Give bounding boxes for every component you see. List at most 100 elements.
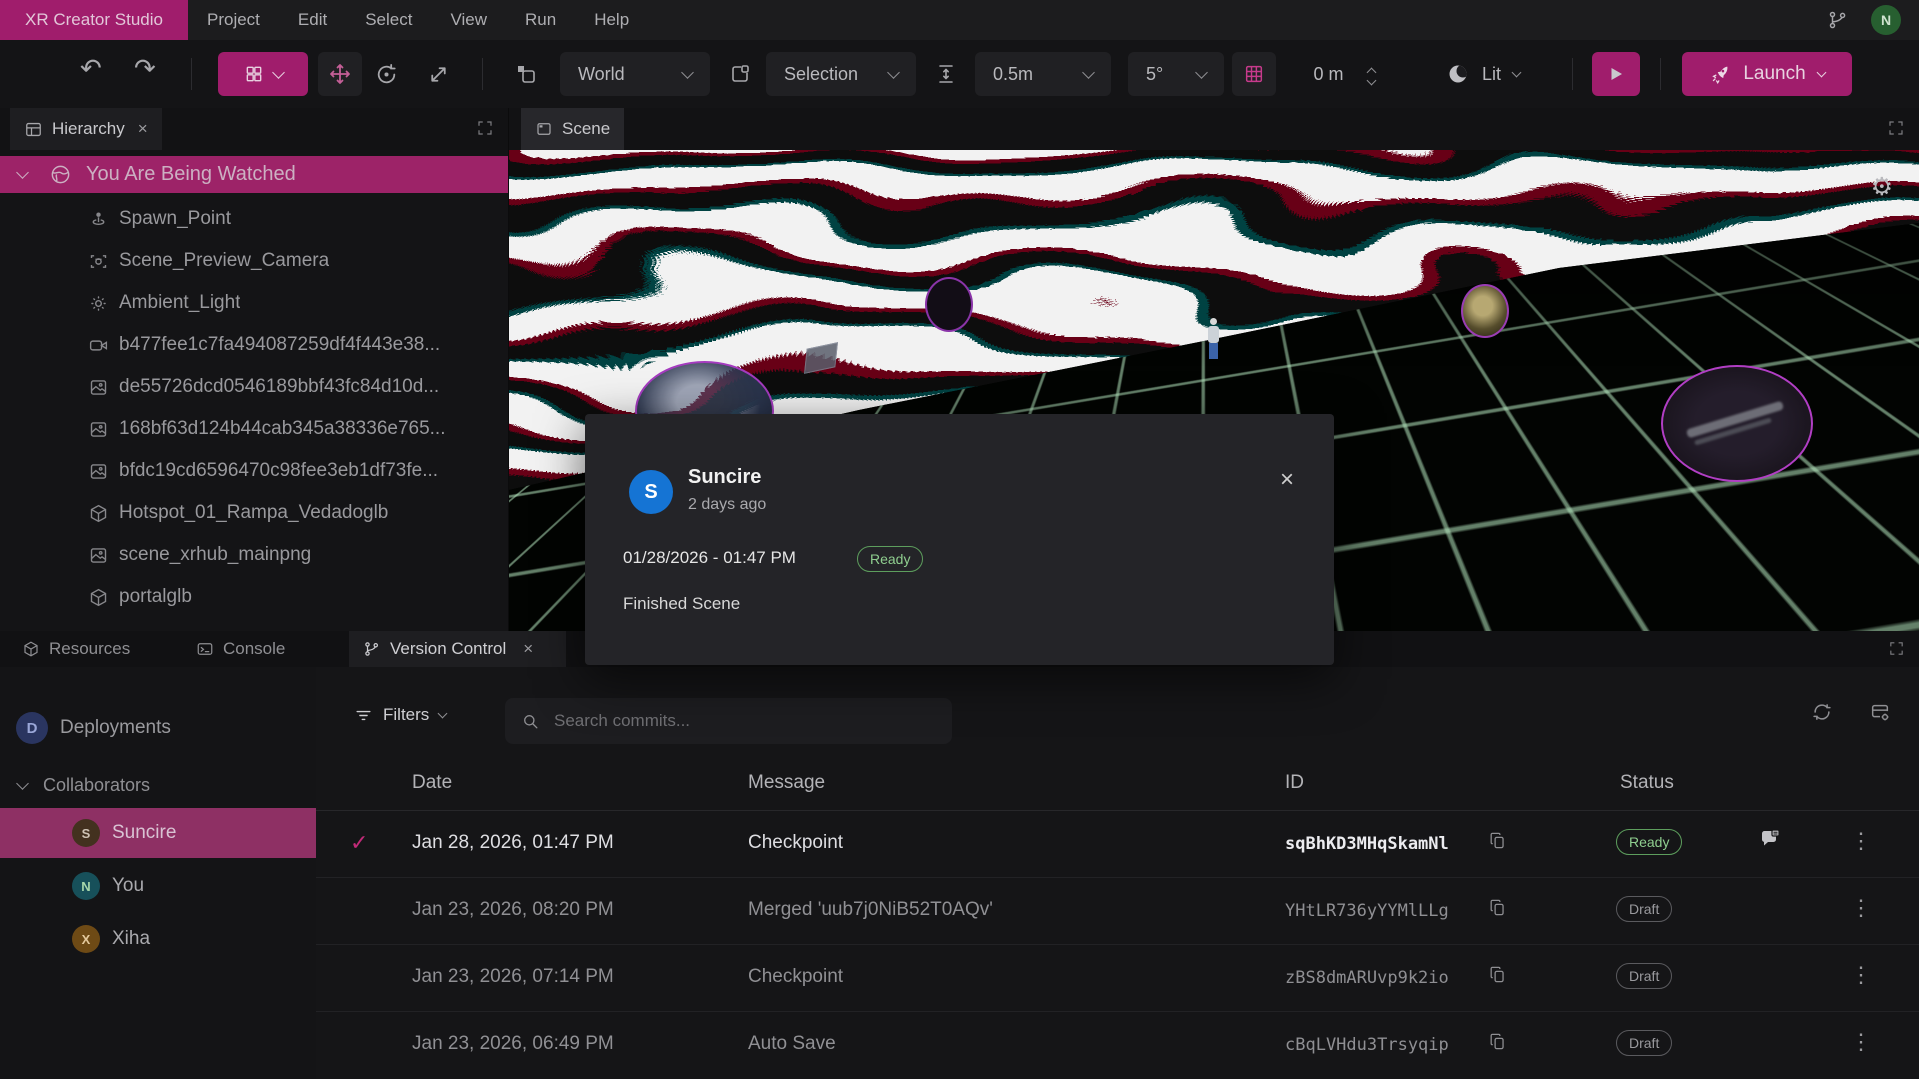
select-mode-button[interactable] bbox=[218, 52, 308, 96]
grid-height-stepper[interactable]: 0 m bbox=[1284, 52, 1404, 96]
status-badge: Draft bbox=[1616, 896, 1672, 922]
portal-small-left[interactable] bbox=[925, 277, 973, 332]
menu-project[interactable]: Project bbox=[188, 0, 279, 40]
deployments-avatar: D bbox=[16, 712, 48, 744]
collaborators-sidebar: D Deployments Collaborators S Suncire N … bbox=[0, 667, 317, 1079]
collaborator-item-suncire[interactable]: S Suncire bbox=[0, 808, 316, 858]
expand-viewport-icon[interactable] bbox=[1887, 119, 1905, 137]
search-commits-box[interactable] bbox=[505, 698, 952, 744]
tab-version-control[interactable]: Version Control × bbox=[349, 631, 566, 667]
collaborators-header[interactable]: Collaborators bbox=[0, 767, 316, 803]
pivot-dropdown[interactable]: Selection bbox=[766, 52, 916, 96]
commit-id: cBqLVHdu3Trsyqip bbox=[1285, 1035, 1449, 1055]
row-menu-kebab-icon[interactable]: ⋮ bbox=[1850, 962, 1872, 988]
collaborator-item-xiha[interactable]: X Xiha bbox=[0, 914, 316, 964]
pivot-mode-icon[interactable] bbox=[728, 62, 752, 86]
hierarchy-item[interactable]: Ambient_Light bbox=[0, 282, 508, 324]
table-settings-icon[interactable] bbox=[1869, 701, 1891, 723]
close-icon[interactable]: × bbox=[138, 119, 148, 139]
undo-button[interactable]: ↶ bbox=[80, 56, 102, 80]
launch-button[interactable]: Launch bbox=[1682, 52, 1852, 96]
menu-select[interactable]: Select bbox=[346, 0, 431, 40]
expand-panel-icon[interactable] bbox=[476, 119, 494, 137]
launch-label: Launch bbox=[1743, 63, 1805, 85]
menu-help[interactable]: Help bbox=[575, 0, 648, 40]
status-badge: Ready bbox=[1616, 829, 1682, 855]
tab-scene[interactable]: Scene bbox=[521, 108, 624, 150]
copy-id-icon[interactable] bbox=[1488, 965, 1507, 984]
modal-close-icon[interactable]: × bbox=[1280, 468, 1294, 492]
collaborator-item-you[interactable]: N You bbox=[0, 861, 316, 911]
commit-row[interactable]: Jan 23, 2026, 08:20 PM Merged 'uub7j0NiB… bbox=[316, 877, 1919, 945]
rotate-tool-button[interactable] bbox=[374, 62, 399, 87]
portal-right[interactable] bbox=[1661, 365, 1813, 482]
transform-space-icon[interactable] bbox=[514, 62, 538, 86]
hierarchy-item[interactable]: scene_xrhub_mainpng bbox=[0, 534, 508, 576]
move-snap-dropdown[interactable]: 0.5m bbox=[975, 52, 1111, 96]
commit-message: Checkpoint bbox=[748, 966, 843, 988]
copy-id-icon[interactable] bbox=[1488, 1032, 1507, 1051]
hierarchy-root-item[interactable]: You Are Being Watched bbox=[0, 156, 508, 193]
refresh-icon[interactable] bbox=[1811, 701, 1833, 723]
column-date[interactable]: Date bbox=[412, 772, 452, 794]
play-button[interactable] bbox=[1592, 52, 1640, 96]
snap-icon[interactable] bbox=[934, 62, 958, 86]
scale-tool-button[interactable] bbox=[426, 62, 451, 87]
move-tool-button[interactable] bbox=[318, 52, 362, 96]
hierarchy-item[interactable]: portalglb bbox=[0, 576, 508, 618]
grid-toggle-button[interactable] bbox=[1232, 52, 1276, 96]
rotate-snap-dropdown[interactable]: 5° bbox=[1128, 52, 1224, 96]
video-icon bbox=[88, 335, 109, 356]
tab-resources[interactable]: Resources bbox=[22, 631, 130, 667]
commit-date: Jan 23, 2026, 07:14 PM bbox=[412, 966, 614, 988]
hierarchy-item[interactable]: Scene_Preview_Camera bbox=[0, 240, 508, 282]
menu-run[interactable]: Run bbox=[506, 0, 575, 40]
expand-bottom-panel-icon[interactable] bbox=[1888, 640, 1905, 657]
column-id[interactable]: ID bbox=[1285, 772, 1304, 794]
menu-view[interactable]: View bbox=[431, 0, 506, 40]
filters-button[interactable]: Filters bbox=[354, 695, 446, 735]
hierarchy-item[interactable]: b477fee1c7fa494087259df4f443e38... bbox=[0, 324, 508, 366]
tab-console[interactable]: Console bbox=[196, 631, 285, 667]
hierarchy-item-label: Ambient_Light bbox=[119, 292, 240, 314]
step-down-icon[interactable] bbox=[1366, 75, 1376, 85]
hierarchy-item-label: Scene_Preview_Camera bbox=[119, 250, 329, 272]
search-commits-input[interactable] bbox=[552, 710, 936, 732]
chevron-down-icon bbox=[1195, 66, 1208, 79]
row-menu-kebab-icon[interactable]: ⋮ bbox=[1850, 1029, 1872, 1055]
world-space-dropdown[interactable]: World bbox=[560, 52, 710, 96]
row-menu-kebab-icon[interactable]: ⋮ bbox=[1850, 895, 1872, 921]
row-menu-kebab-icon[interactable]: ⋮ bbox=[1850, 828, 1872, 854]
close-icon[interactable]: × bbox=[523, 639, 533, 659]
hierarchy-item-label: Hotspot_01_Rampa_Vedadoglb bbox=[119, 502, 388, 524]
scene-avatar-figure[interactable] bbox=[1207, 318, 1221, 370]
commit-message: Checkpoint bbox=[748, 832, 843, 854]
column-message[interactable]: Message bbox=[748, 772, 825, 794]
image-icon bbox=[88, 377, 109, 398]
app-title[interactable]: XR Creator Studio bbox=[0, 0, 188, 40]
hierarchy-item[interactable]: bfdc19cd6596470c98fee3eb1df73fe... bbox=[0, 450, 508, 492]
hierarchy-tree: You Are Being Watched Spawn_Point Scene_… bbox=[0, 150, 508, 631]
scene-settings-gear-icon[interactable]: ⚙ bbox=[1871, 172, 1893, 202]
toolbar-divider bbox=[191, 58, 192, 90]
menu-edit[interactable]: Edit bbox=[279, 0, 346, 40]
chevron-down-icon[interactable] bbox=[16, 166, 29, 179]
hierarchy-item[interactable]: Spawn_Point bbox=[0, 198, 508, 240]
redo-button[interactable]: ↷ bbox=[134, 56, 156, 80]
tab-hierarchy[interactable]: Hierarchy × bbox=[10, 108, 162, 150]
hierarchy-item[interactable]: Hotspot_01_Rampa_Vedadoglb bbox=[0, 492, 508, 534]
render-mode-dropdown[interactable]: Lit bbox=[1428, 52, 1538, 96]
portal-small-right[interactable] bbox=[1461, 284, 1509, 338]
commit-row[interactable]: Jan 23, 2026, 07:14 PM Checkpoint zBS8dm… bbox=[316, 944, 1919, 1012]
column-status[interactable]: Status bbox=[1620, 772, 1674, 794]
copy-id-icon[interactable] bbox=[1488, 831, 1507, 850]
hierarchy-item[interactable]: de55726dcd0546189bbf43fc84d10d... bbox=[0, 366, 508, 408]
hierarchy-item[interactable]: 168bf63d124b44cab345a38336e765... bbox=[0, 408, 508, 450]
commit-row[interactable]: ✓ Jan 28, 2026, 01:47 PM Checkpoint sqBh… bbox=[316, 810, 1919, 878]
comment-icon[interactable] bbox=[1758, 827, 1782, 851]
commit-row[interactable]: Jan 23, 2026, 06:49 PM Auto Save cBqLVHd… bbox=[316, 1011, 1919, 1078]
deployments-item[interactable]: D Deployments bbox=[0, 707, 316, 749]
copy-id-icon[interactable] bbox=[1488, 898, 1507, 917]
user-avatar[interactable]: N bbox=[1871, 5, 1901, 35]
branch-icon[interactable] bbox=[1827, 9, 1849, 31]
